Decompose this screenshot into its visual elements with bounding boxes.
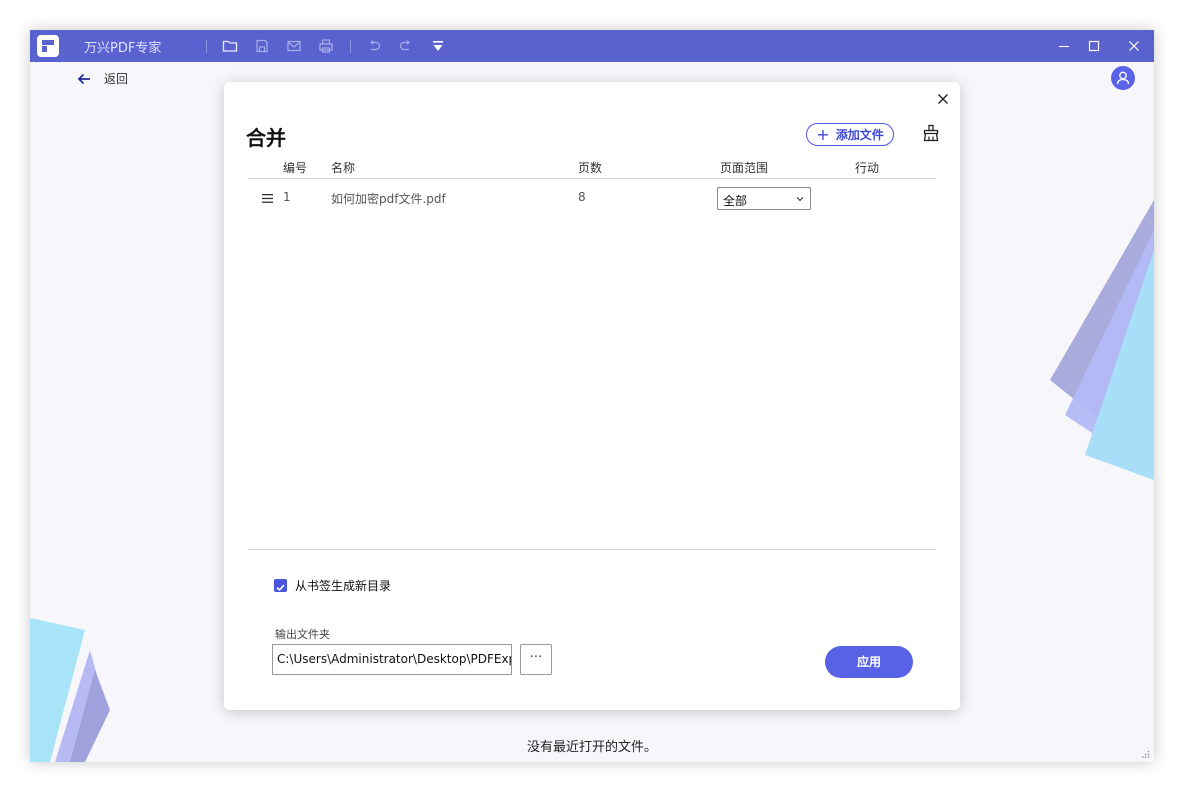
minimize-icon[interactable] xyxy=(1056,38,1072,54)
output-folder-label: 输出文件夹 xyxy=(275,628,330,641)
resize-grip-icon[interactable] xyxy=(1142,750,1150,758)
dialog-title: 合并 xyxy=(246,126,286,150)
user-icon xyxy=(1116,71,1130,85)
file-name: 如何加密pdf文件.pdf xyxy=(331,192,446,206)
user-avatar-button[interactable] xyxy=(1111,66,1135,90)
page-range-select[interactable]: 全部 xyxy=(717,187,811,210)
save-icon[interactable] xyxy=(254,38,270,54)
drag-handle-icon[interactable] xyxy=(262,194,273,203)
apply-button[interactable]: 应用 xyxy=(825,646,913,678)
column-header-number: 编号 xyxy=(283,161,308,175)
column-header-action: 行动 xyxy=(855,161,880,175)
print-icon[interactable] xyxy=(318,38,334,54)
plus-icon: + xyxy=(816,124,830,144)
table-row[interactable]: 1 如何加密pdf文件.pdf 8 全部 xyxy=(248,186,936,210)
maximize-icon[interactable] xyxy=(1086,38,1102,54)
merge-dialog: 合并 + 添加文件 编号 名称 页数 页面范围 行动 1 如何加密pdf文件.p… xyxy=(224,82,960,710)
table-header-divider xyxy=(248,178,936,179)
output-folder-input[interactable]: C:\Users\Administrator\Desktop\PDFExp xyxy=(272,644,512,675)
toolbar-separator xyxy=(350,40,351,53)
back-label: 返回 xyxy=(104,72,129,86)
background-decoration-right xyxy=(1050,200,1154,480)
undo-icon[interactable] xyxy=(366,38,382,54)
file-page-count: 8 xyxy=(578,190,586,204)
bookmark-toc-option[interactable]: 从书签生成新目录 xyxy=(274,577,391,594)
title-bar: 万兴PDF专家 xyxy=(30,30,1154,62)
column-header-name: 名称 xyxy=(331,161,356,175)
redo-icon[interactable] xyxy=(398,38,414,54)
app-title: 万兴PDF专家 xyxy=(84,41,162,56)
bookmark-toc-label: 从书签生成新目录 xyxy=(295,579,392,593)
mail-icon[interactable] xyxy=(286,38,302,54)
folder-icon[interactable] xyxy=(222,38,238,54)
file-number: 1 xyxy=(283,190,291,204)
chevron-down-icon xyxy=(796,197,804,202)
app-logo-icon xyxy=(37,35,59,57)
no-recent-files-message: 没有最近打开的文件。 xyxy=(526,740,657,755)
dialog-close-icon[interactable] xyxy=(935,91,951,107)
clear-list-broom-icon[interactable] xyxy=(922,124,940,142)
browse-folder-button[interactable]: ··· xyxy=(520,644,552,675)
back-arrow-icon xyxy=(77,73,90,84)
footer-divider xyxy=(248,549,936,550)
close-icon[interactable] xyxy=(1126,38,1142,54)
column-header-page-range: 页面范围 xyxy=(720,161,769,175)
column-header-pages: 页数 xyxy=(578,161,603,175)
checkmark-icon xyxy=(276,584,285,592)
bookmark-toc-checkbox[interactable] xyxy=(274,579,287,592)
add-file-button[interactable]: + 添加文件 xyxy=(806,123,894,146)
back-button[interactable]: 返回 xyxy=(76,70,128,87)
page-range-value: 全部 xyxy=(723,194,748,208)
quick-access-dropdown-icon[interactable] xyxy=(430,38,446,54)
toolbar-separator xyxy=(206,40,207,53)
add-file-label: 添加文件 xyxy=(835,128,884,142)
